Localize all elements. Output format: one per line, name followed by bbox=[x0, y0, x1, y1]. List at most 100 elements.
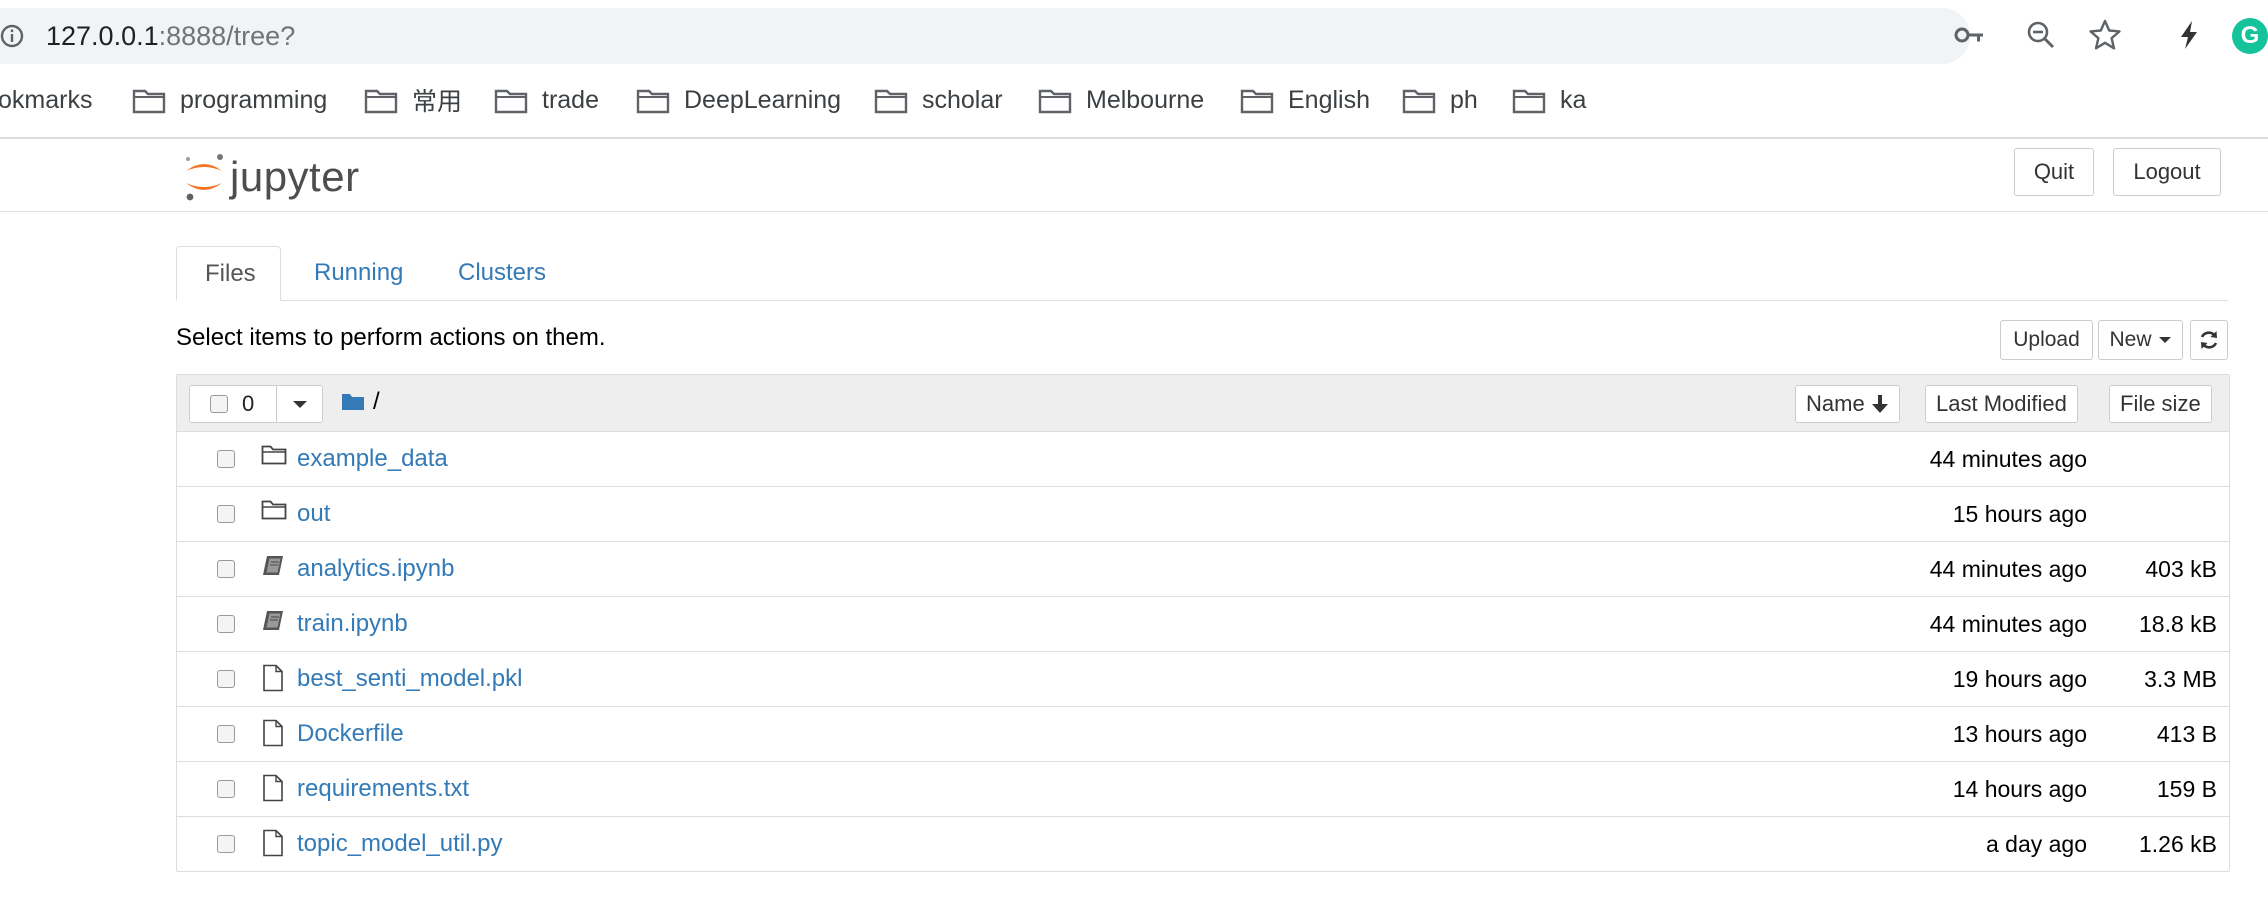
address-bar[interactable] bbox=[0, 8, 1970, 64]
bookmark-folder-常用[interactable]: 常用 bbox=[364, 80, 462, 120]
tab-bar: Files Running Clusters bbox=[176, 246, 2228, 301]
bookmark-label: okmarks bbox=[0, 85, 93, 114]
select-all-control[interactable]: 0 bbox=[189, 385, 277, 423]
select-all-group: 0 bbox=[189, 385, 323, 423]
bookmark-item-bookmarks[interactable]: okmarks bbox=[0, 80, 92, 120]
file-row[interactable]: requirements.txt 14 hours ago 159 B bbox=[177, 762, 2229, 817]
arrow-down-icon bbox=[1871, 395, 1888, 413]
logout-button[interactable]: Logout bbox=[2113, 148, 2221, 196]
folder-icon bbox=[874, 89, 908, 114]
file-row[interactable]: analytics.ipynb 44 minutes ago 403 kB bbox=[177, 542, 2229, 597]
jupyter-logo[interactable]: jupyter bbox=[182, 147, 360, 207]
info-icon[interactable] bbox=[0, 22, 28, 50]
file-name-link[interactable]: analytics.ipynb bbox=[297, 542, 454, 596]
last-modified: a day ago bbox=[1985, 831, 2087, 857]
bookmark-folder-programming[interactable]: programming bbox=[132, 80, 327, 120]
url-path: :8888/tree? bbox=[158, 21, 296, 51]
file-size: 159 B bbox=[2156, 776, 2217, 802]
breadcrumb-root: / bbox=[373, 388, 380, 415]
url-text[interactable]: 127.0.0.1:8888/tree? bbox=[46, 18, 295, 54]
new-dropdown-button[interactable]: New bbox=[2098, 320, 2183, 360]
tab-files[interactable]: Files bbox=[176, 246, 281, 301]
bookmark-folder-melbourne[interactable]: Melbourne bbox=[1038, 80, 1204, 120]
folder-icon bbox=[261, 499, 287, 526]
folder-icon bbox=[1240, 89, 1274, 114]
file-name-link[interactable]: topic_model_util.py bbox=[297, 817, 502, 871]
file-icon bbox=[261, 774, 285, 807]
folder-filled-icon bbox=[342, 394, 364, 410]
file-row[interactable]: train.ipynb 44 minutes ago 18.8 kB bbox=[177, 597, 2229, 652]
caret-down-icon bbox=[2158, 337, 2171, 343]
notebook-icon bbox=[261, 609, 287, 638]
file-row[interactable]: topic_model_util.py a day ago 1.26 kB bbox=[177, 817, 2229, 871]
file-row[interactable]: best_senti_model.pkl 19 hours ago 3.3 MB bbox=[177, 652, 2229, 707]
bookmark-folder-ph[interactable]: ph bbox=[1402, 80, 1478, 120]
lightning-extension-icon[interactable] bbox=[2172, 18, 2206, 52]
bookmark-label: Melbourne bbox=[1086, 85, 1205, 114]
sort-by-modified-button[interactable]: Last Modified bbox=[1925, 385, 2078, 423]
row-checkbox[interactable] bbox=[217, 615, 235, 633]
file-size: 403 kB bbox=[2145, 556, 2217, 582]
row-checkbox[interactable] bbox=[217, 835, 235, 853]
file-name-link[interactable]: example_data bbox=[297, 432, 448, 486]
file-size: 1.26 kB bbox=[2139, 831, 2217, 857]
folder-icon bbox=[1038, 89, 1072, 114]
refresh-button[interactable] bbox=[2190, 320, 2228, 360]
folder-icon bbox=[1512, 89, 1546, 114]
file-name-link[interactable]: train.ipynb bbox=[297, 597, 408, 651]
last-modified: 44 minutes ago bbox=[1929, 446, 2087, 472]
row-checkbox[interactable] bbox=[217, 450, 235, 468]
selected-count: 0 bbox=[242, 391, 255, 416]
bookmark-folder-english[interactable]: English bbox=[1240, 80, 1370, 120]
upload-button[interactable]: Upload bbox=[2000, 320, 2093, 360]
bookmark-label: programming bbox=[180, 85, 328, 114]
file-list: 0 / Name Last Modified File size example… bbox=[176, 374, 2230, 872]
file-name-link[interactable]: Dockerfile bbox=[297, 707, 404, 761]
name-sort-label: Name bbox=[1806, 391, 1865, 416]
file-row[interactable]: out 15 hours ago bbox=[177, 487, 2229, 542]
url-host: 127.0.0.1 bbox=[46, 21, 159, 51]
quit-button[interactable]: Quit bbox=[2014, 148, 2094, 196]
select-all-checkbox[interactable] bbox=[210, 395, 228, 413]
bookmark-folder-scholar[interactable]: scholar bbox=[874, 80, 1003, 120]
folder-icon bbox=[636, 89, 670, 114]
notebook-icon bbox=[261, 554, 287, 583]
file-name-link[interactable]: requirements.txt bbox=[297, 762, 469, 816]
file-name-link[interactable]: out bbox=[297, 487, 330, 541]
file-row[interactable]: example_data 44 minutes ago bbox=[177, 432, 2229, 487]
bookmark-label: trade bbox=[542, 85, 599, 114]
file-size: 413 B bbox=[2156, 721, 2217, 747]
last-modified: 15 hours ago bbox=[1952, 501, 2087, 527]
folder-icon bbox=[132, 89, 166, 114]
key-icon[interactable] bbox=[1952, 18, 1986, 52]
select-dropdown-button[interactable] bbox=[277, 385, 323, 423]
tab-running[interactable]: Running bbox=[286, 246, 431, 300]
tab-clusters[interactable]: Clusters bbox=[430, 246, 574, 300]
row-checkbox[interactable] bbox=[217, 505, 235, 523]
bookmark-star-icon[interactable] bbox=[2088, 18, 2122, 52]
bookmark-folder-deeplearning[interactable]: DeepLearning bbox=[636, 80, 841, 120]
file-size: 3.3 MB bbox=[2144, 666, 2217, 692]
grammarly-extension-icon[interactable]: G bbox=[2232, 18, 2268, 54]
row-checkbox[interactable] bbox=[217, 670, 235, 688]
file-row[interactable]: Dockerfile 13 hours ago 413 B bbox=[177, 707, 2229, 762]
new-label: New bbox=[2109, 328, 2152, 351]
last-modified: 44 minutes ago bbox=[1929, 556, 2087, 582]
refresh-icon bbox=[2200, 331, 2218, 349]
row-checkbox[interactable] bbox=[217, 560, 235, 578]
sort-by-size-button[interactable]: File size bbox=[2109, 385, 2212, 423]
sort-by-name-button[interactable]: Name bbox=[1795, 385, 1900, 423]
jupyter-logo-text: jupyter bbox=[230, 153, 360, 200]
breadcrumb[interactable]: / bbox=[341, 387, 380, 417]
selection-hint: Select items to perform actions on them. bbox=[176, 324, 606, 351]
folder-icon bbox=[261, 444, 287, 471]
file-size: 18.8 kB bbox=[2139, 611, 2217, 637]
zoom-out-icon[interactable] bbox=[2024, 18, 2058, 52]
row-checkbox[interactable] bbox=[217, 780, 235, 798]
last-modified: 14 hours ago bbox=[1952, 776, 2087, 802]
file-name-link[interactable]: best_senti_model.pkl bbox=[297, 652, 522, 706]
row-checkbox[interactable] bbox=[217, 725, 235, 743]
bookmark-folder-trade[interactable]: trade bbox=[494, 80, 599, 120]
jupyter-logo-icon bbox=[186, 154, 223, 201]
bookmark-folder-ka[interactable]: ka bbox=[1512, 80, 1586, 120]
